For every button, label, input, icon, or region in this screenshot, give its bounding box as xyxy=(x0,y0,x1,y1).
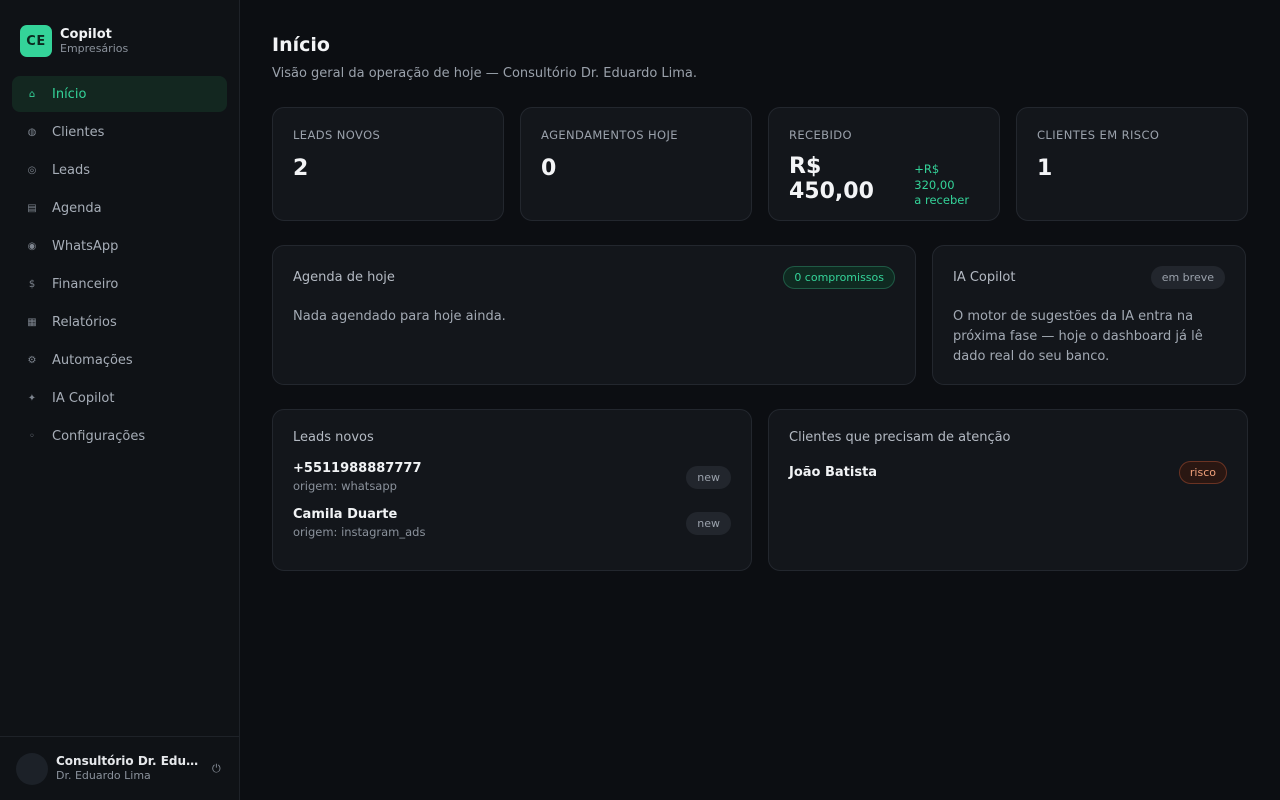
sidebar-item-agenda[interactable]: ▤ Agenda xyxy=(12,190,227,226)
dollar-icon: $ xyxy=(28,278,36,290)
logout-icon[interactable]: ⏻ xyxy=(212,762,221,776)
sidebar-item-financeiro[interactable]: $ Financeiro xyxy=(12,266,227,302)
sidebar-nav: ⌂ Início ◍ Clientes ◎ Leads ▤ Agenda ◉ W… xyxy=(0,76,239,456)
sidebar-item-relatorios[interactable]: ▦ Relatórios xyxy=(12,304,227,340)
user-box: Consultório Dr. Eduardo Lima Dr. Eduardo… xyxy=(0,736,239,800)
agenda-count-badge: 0 compromissos xyxy=(783,266,895,289)
kpi-received-card[interactable]: Recebido R$ 450,00 +R$ 320,00 a receber xyxy=(768,107,1000,221)
agenda-empty-text: Nada agendado para hoje ainda. xyxy=(293,309,506,324)
agenda-card: Agenda de hoje 0 compromissos Nada agend… xyxy=(272,245,916,385)
kpi-label: Leads novos xyxy=(293,128,381,142)
sidebar-item-clientes[interactable]: ◍ Clientes xyxy=(12,114,227,150)
sidebar-item-label: Leads xyxy=(52,162,91,178)
brand-logo: CE xyxy=(20,25,52,57)
leads-title: Leads novos xyxy=(293,430,374,445)
sidebar-item-ia-copilot[interactable]: ✦ IA Copilot xyxy=(12,380,227,416)
sidebar-item-whatsapp[interactable]: ◉ WhatsApp xyxy=(12,228,227,264)
sidebar-item-inicio[interactable]: ⌂ Início xyxy=(12,76,227,112)
brand-subtitle: Empresários xyxy=(60,42,129,56)
sidebar-item-label: Início xyxy=(52,86,87,102)
brand[interactable]: CE Copilot Empresários xyxy=(0,0,239,60)
kpi-receivable-amount: +R$ 320,00 xyxy=(914,162,955,192)
sidebar-item-leads[interactable]: ◎ Leads xyxy=(12,152,227,188)
page-title: Início xyxy=(272,34,330,56)
coming-soon-badge: em breve xyxy=(1150,266,1225,289)
kpi-label: Recebido xyxy=(789,128,852,142)
sidebar-item-label: Agenda xyxy=(52,200,102,216)
kpi-label: Clientes em risco xyxy=(1037,128,1160,142)
ia-title: IA Copilot xyxy=(953,270,1016,285)
sidebar-item-label: Clientes xyxy=(52,124,105,140)
lists-row: Leads novos +5511988887777 origem: whats… xyxy=(272,409,1248,571)
lead-name: Camila Duarte xyxy=(293,507,398,522)
ia-copilot-card: IA Copilot em breve O motor de sugestões… xyxy=(932,245,1246,385)
agenda-title: Agenda de hoje xyxy=(293,270,395,285)
target-icon: ◎ xyxy=(27,164,37,176)
sidebar-item-label: WhatsApp xyxy=(52,238,119,254)
kpi-label: Agendamentos hoje xyxy=(541,128,678,142)
kpi-value: 0 xyxy=(541,156,557,181)
sidebar-item-label: Financeiro xyxy=(52,276,119,292)
avatar[interactable] xyxy=(16,752,48,785)
kpi-value: 1 xyxy=(1037,156,1053,181)
user-name: Consultório Dr. Eduardo Lima xyxy=(56,753,206,768)
list-item[interactable]: João Batista risco xyxy=(789,461,1227,484)
sidebar-item-label: Relatórios xyxy=(52,314,117,330)
sidebar: CE Copilot Empresários ⌂ Início ◍ Client… xyxy=(0,0,240,800)
kpi-receivable: +R$ 320,00 a receber xyxy=(914,162,979,209)
leads-card: Leads novos +5511988887777 origem: whats… xyxy=(272,409,752,571)
lead-origin: origem: instagram_ads xyxy=(293,525,426,539)
sparkle-icon: ✦ xyxy=(27,392,37,404)
home-icon: ⌂ xyxy=(28,88,36,100)
kpi-value: R$ 450,00 xyxy=(789,154,874,204)
sidebar-item-automacoes[interactable]: ⚙ Automações xyxy=(12,342,227,378)
settings-icon: ◦ xyxy=(29,430,35,442)
gear-icon: ⚙ xyxy=(27,354,37,366)
kpi-receivable-label: a receber xyxy=(914,193,970,208)
kpi-risk-card[interactable]: Clientes em risco 1 xyxy=(1016,107,1248,221)
user-role: Dr. Eduardo Lima xyxy=(56,769,151,783)
brand-title: Copilot xyxy=(60,26,112,42)
clients-attention-card: Clientes que precisam de atenção João Ba… xyxy=(768,409,1248,571)
sidebar-item-label: IA Copilot xyxy=(52,390,115,406)
ia-description: O motor de sugestões da IA entra na próx… xyxy=(953,309,1203,365)
list-item[interactable]: +5511988887777 origem: whatsapp new xyxy=(293,461,731,493)
kpi-row: Leads novos 2 Agendamentos hoje 0 Recebi… xyxy=(272,107,1248,221)
agenda-ia-row: Agenda de hoje 0 compromissos Nada agend… xyxy=(272,245,1248,385)
calendar-icon: ▤ xyxy=(27,202,37,214)
sidebar-item-configuracoes[interactable]: ◦ Configurações xyxy=(12,418,227,454)
users-icon: ◍ xyxy=(27,126,37,138)
page-subtitle: Visão geral da operação de hoje — Consul… xyxy=(272,66,698,81)
client-name: João Batista xyxy=(789,465,878,480)
list-item[interactable]: Camila Duarte origem: instagram_ads new xyxy=(293,507,731,539)
report-icon: ▦ xyxy=(27,316,37,328)
kpi-leads-card[interactable]: Leads novos 2 xyxy=(272,107,504,221)
status-badge: new xyxy=(686,465,731,489)
lead-name: +5511988887777 xyxy=(293,461,422,476)
status-badge: new xyxy=(686,511,731,535)
risk-badge: risco xyxy=(1178,461,1227,484)
lead-origin: origem: whatsapp xyxy=(293,479,397,493)
clients-title: Clientes que precisam de atenção xyxy=(789,430,1011,445)
kpi-value: 2 xyxy=(293,156,309,181)
kpi-appointments-card[interactable]: Agendamentos hoje 0 xyxy=(520,107,752,221)
sidebar-item-label: Configurações xyxy=(52,428,146,444)
chat-icon: ◉ xyxy=(27,240,37,252)
main-content: Início Visão geral da operação de hoje —… xyxy=(240,0,1280,800)
sidebar-item-label: Automações xyxy=(52,352,133,368)
